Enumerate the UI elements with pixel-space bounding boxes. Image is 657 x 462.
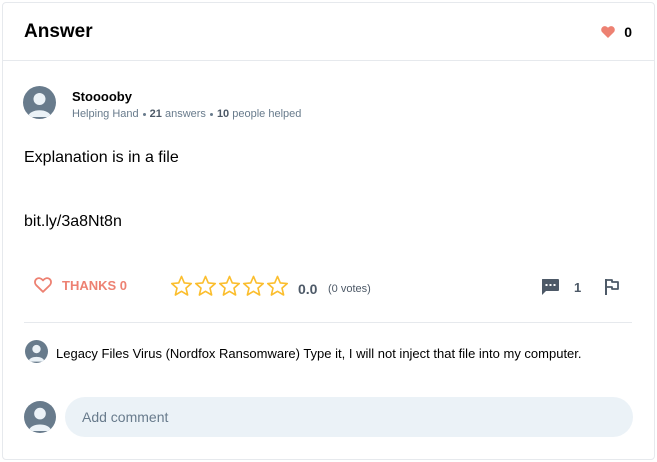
star-icon[interactable] [242, 275, 265, 297]
user-avatar-icon [28, 407, 52, 432]
author-meta: Helping Hand 21 answers 10 people helped [72, 108, 301, 120]
answer-link: bit.ly/3a8Nt8n [24, 213, 122, 230]
author-avatar[interactable] [23, 86, 56, 119]
rating-value: 0.0 [298, 281, 318, 297]
flag-icon [605, 279, 619, 295]
comment-text: Legacy Files Virus (Nordfox Ransomware) … [56, 346, 582, 361]
answer-text: Explanation is in a file [24, 149, 179, 166]
answer-card: Answer 0 Stooooby Helping Hand 21 answers… [2, 2, 655, 460]
thanks-button[interactable]: THANKS 0 [34, 277, 127, 293]
star-icon[interactable] [170, 275, 193, 297]
comments-count: 1 [574, 279, 582, 295]
separator-dot [209, 112, 213, 116]
author-name[interactable]: Stooooby [72, 89, 132, 104]
answers-label: answers [164, 108, 206, 120]
author-rank: Helping Hand [72, 108, 139, 120]
heart-icon [601, 26, 615, 38]
answers-count: 21 [149, 108, 162, 120]
comment-icon [542, 279, 559, 295]
votes-count: (0 votes) [328, 283, 371, 295]
star-icon[interactable] [266, 275, 289, 297]
comments-button[interactable]: 1 [540, 278, 581, 296]
likes-counter[interactable]: 0 [601, 24, 632, 40]
comment-avatar[interactable] [25, 340, 48, 363]
likes-count: 0 [624, 24, 632, 40]
answer-actions: THANKS 0 0.0 (0 votes) 1 [3, 271, 654, 303]
helped-label: people helped [232, 108, 302, 120]
helped-count: 10 [216, 108, 230, 120]
star-icon[interactable] [194, 275, 217, 297]
current-user-avatar [24, 401, 56, 433]
divider [24, 322, 632, 323]
page-title: Answer [24, 21, 93, 42]
heart-outline-icon [34, 277, 52, 293]
user-avatar-icon [28, 344, 45, 362]
report-button[interactable] [603, 278, 621, 301]
star-icon[interactable] [218, 275, 241, 297]
rating-stars[interactable] [170, 275, 289, 297]
answer-header: Answer 0 [3, 3, 654, 61]
user-avatar-icon [28, 93, 51, 117]
thanks-label: THANKS 0 [62, 277, 128, 293]
add-comment-input[interactable] [65, 397, 633, 437]
separator-dot [142, 112, 146, 116]
